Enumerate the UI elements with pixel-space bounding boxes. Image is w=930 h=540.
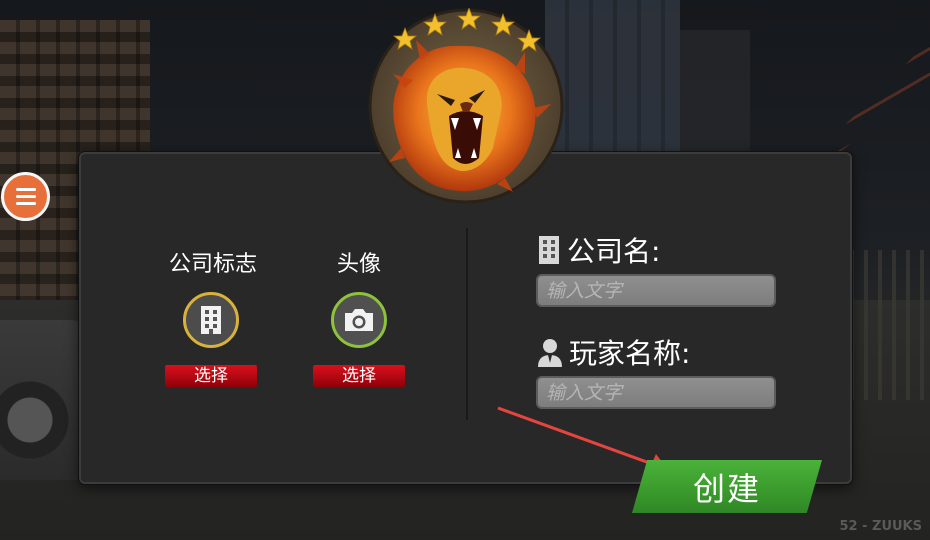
panel-divider	[466, 228, 468, 420]
building-icon	[201, 306, 221, 334]
menu-line	[15, 202, 36, 205]
company-logo-upload[interactable]	[183, 292, 239, 348]
select-avatar-button[interactable]: 选择	[313, 365, 405, 387]
player-name-label-text: 玩家名称:	[569, 337, 691, 370]
select-logo-button[interactable]: 选择	[165, 365, 257, 387]
company-name-label: 公司名:	[537, 230, 660, 270]
building-icon	[539, 236, 559, 264]
player-name-label: 玩家名称:	[537, 332, 690, 372]
person-icon	[538, 339, 562, 367]
company-logo-label: 公司标志	[168, 252, 257, 277]
camera-icon	[345, 309, 373, 331]
menu-line	[15, 188, 36, 191]
fence	[850, 250, 930, 400]
create-button[interactable]: 创建	[632, 460, 822, 513]
avatar-label: 头像	[336, 252, 381, 277]
company-name-input[interactable]	[536, 274, 776, 307]
hamburger-menu-icon[interactable]	[1, 172, 50, 221]
company-name-label-text: 公司名:	[567, 235, 661, 268]
lion-emblem	[368, 8, 564, 204]
menu-line	[15, 195, 36, 198]
avatar-upload[interactable]	[331, 292, 387, 348]
truck	[0, 320, 90, 480]
watermark: 52 - ZUUKS	[839, 519, 922, 534]
